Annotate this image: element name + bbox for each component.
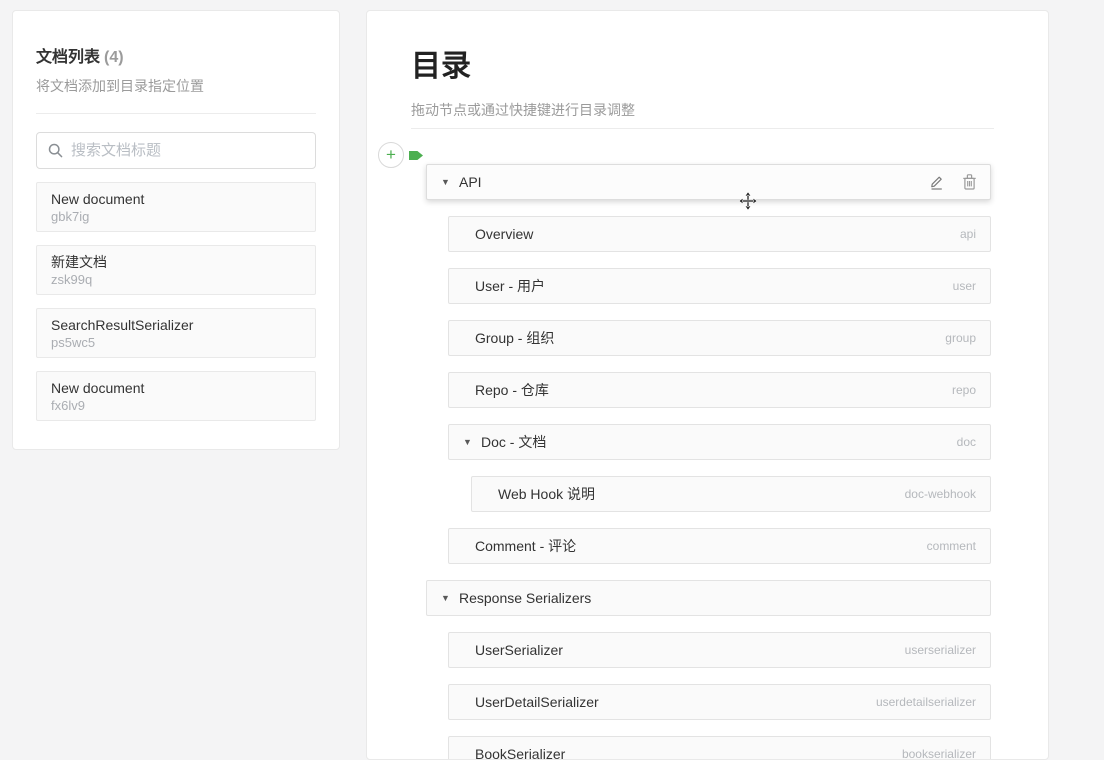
caret-down-icon[interactable]: ▼ xyxy=(441,177,452,187)
divider xyxy=(36,113,316,114)
toc-node-slug: bookserializer xyxy=(902,747,976,760)
toc-node-row[interactable]: ▼ Repo - 仓库 repo xyxy=(448,372,991,408)
caret-down-icon[interactable]: ▼ xyxy=(441,593,452,603)
search-input[interactable] xyxy=(71,142,304,159)
document-card-list: New document gbk7ig 新建文档 zsk99q SearchRe… xyxy=(36,182,316,421)
document-card-title: New document xyxy=(51,379,301,397)
toc-subtitle: 拖动节点或通过快捷键进行目录调整 xyxy=(411,100,635,120)
toc-node-row[interactable]: ▼ Doc - 文档 doc xyxy=(448,424,991,460)
toc-node-slug: comment xyxy=(927,539,976,553)
toc-node-row[interactable]: ▼ Web Hook 说明 doc-webhook xyxy=(471,476,991,512)
document-card-id: fx6lv9 xyxy=(51,398,301,414)
document-card-title: SearchResultSerializer xyxy=(51,316,301,334)
caret-down-icon[interactable]: ▼ xyxy=(463,437,474,447)
document-card-id: zsk99q xyxy=(51,272,301,288)
toc-node-label: Repo - 仓库 xyxy=(475,380,549,400)
toc-node-row[interactable]: ▼ API xyxy=(426,164,991,200)
document-card-title: New document xyxy=(51,190,301,208)
document-list-subtitle: 将文档添加到目录指定位置 xyxy=(36,76,316,96)
toc-node-slug: group xyxy=(945,331,976,345)
search-icon xyxy=(48,143,63,158)
toc-node-slug: user xyxy=(953,279,976,293)
document-list-title: 文档列表(4) xyxy=(36,43,316,67)
toc-node-slug: repo xyxy=(952,383,976,397)
toc-node-row[interactable]: ▼ User - 用户 user xyxy=(448,268,991,304)
toc-panel: 目录 拖动节点或通过快捷键进行目录调整 + ▼ API xyxy=(366,10,1049,760)
edit-icon[interactable] xyxy=(929,174,944,190)
toc-node-row[interactable]: ▼ Response Serializers xyxy=(426,580,991,616)
toc-node-label: Group - 组织 xyxy=(475,328,554,348)
toc-node-label: Doc - 文档 xyxy=(481,432,546,452)
search-box[interactable] xyxy=(36,132,316,169)
divider xyxy=(411,128,994,129)
document-count: (4) xyxy=(104,49,124,66)
toc-node-row[interactable]: ▼ Group - 组织 group xyxy=(448,320,991,356)
document-card[interactable]: 新建文档 zsk99q xyxy=(36,245,316,295)
toc-node-actions xyxy=(929,174,976,190)
document-list-title-text: 文档列表 xyxy=(36,49,100,66)
toc-node-row[interactable]: ▼ Comment - 评论 comment xyxy=(448,528,991,564)
toc-node-slug: api xyxy=(960,227,976,241)
document-card[interactable]: New document fx6lv9 xyxy=(36,371,316,421)
toc-tree: ▼ API xyxy=(367,164,1048,760)
toc-title: 目录 xyxy=(411,49,471,85)
toc-node-slug: doc-webhook xyxy=(905,487,976,501)
toc-node-row[interactable]: ▼ UserDetailSerializer userdetailseriali… xyxy=(448,684,991,720)
toc-node-row[interactable]: ▼ BookSerializer bookserializer xyxy=(448,736,991,760)
toc-node-row[interactable]: ▼ UserSerializer userserializer xyxy=(448,632,991,668)
toc-node-slug: userserializer xyxy=(905,643,976,657)
toc-node-label: Overview xyxy=(475,226,533,242)
toc-node-label: Comment - 评论 xyxy=(475,536,576,556)
document-card[interactable]: New document gbk7ig xyxy=(36,182,316,232)
document-card-id: gbk7ig xyxy=(51,209,301,225)
toc-node-slug: userdetailserializer xyxy=(876,695,976,709)
document-list-panel: 文档列表(4) 将文档添加到目录指定位置 New document gbk7ig… xyxy=(12,10,340,450)
toc-node-label: Response Serializers xyxy=(459,590,591,606)
toc-node-label: UserSerializer xyxy=(475,642,563,658)
drop-position-indicator-icon xyxy=(409,151,423,160)
toc-node-label: User - 用户 xyxy=(475,276,545,296)
delete-icon[interactable] xyxy=(963,174,976,190)
toc-node-label: BookSerializer xyxy=(475,746,565,760)
document-card-id: ps5wc5 xyxy=(51,335,301,351)
toc-node-label: UserDetailSerializer xyxy=(475,694,599,710)
toc-node-slug: doc xyxy=(957,435,976,449)
toc-node-label: Web Hook 说明 xyxy=(498,484,595,504)
document-card-title: 新建文档 xyxy=(51,253,301,271)
toc-node-row[interactable]: ▼ Overview api xyxy=(448,216,991,252)
toc-node-label: API xyxy=(459,174,482,190)
document-card[interactable]: SearchResultSerializer ps5wc5 xyxy=(36,308,316,358)
